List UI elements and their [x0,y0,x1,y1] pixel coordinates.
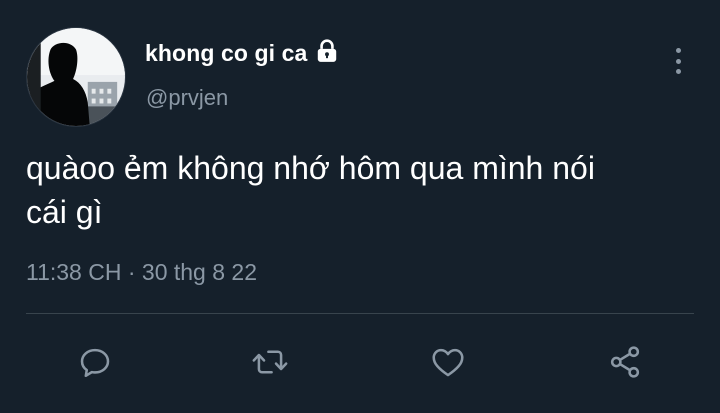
share-icon [610,346,640,378]
lock-icon [318,38,337,62]
retweet-icon [252,350,288,374]
user-handle[interactable]: @prvjen [146,85,228,111]
display-name[interactable]: khong co gi ca [145,40,307,67]
retweet-button[interactable] [248,340,292,384]
reply-button[interactable] [73,340,117,384]
tweet-text: quàoo ẻm không nhớ hôm qua mình nói cái … [26,150,595,230]
vertical-ellipsis-icon[interactable] [669,44,687,78]
tweet-card: khong co gi ca @prvjen quàoo ẻm không nh… [0,0,720,413]
avatar-image [27,28,125,126]
reply-icon [80,348,110,378]
tweet-timestamp[interactable]: 11:38 CH · 30 thg 8 22 [26,259,257,286]
action-bar [0,330,720,390]
divider [26,313,694,314]
heart-icon [432,348,464,377]
avatar[interactable] [26,27,126,127]
name-row: khong co gi ca [145,38,340,67]
share-button[interactable] [603,340,647,384]
like-button[interactable] [426,340,470,384]
